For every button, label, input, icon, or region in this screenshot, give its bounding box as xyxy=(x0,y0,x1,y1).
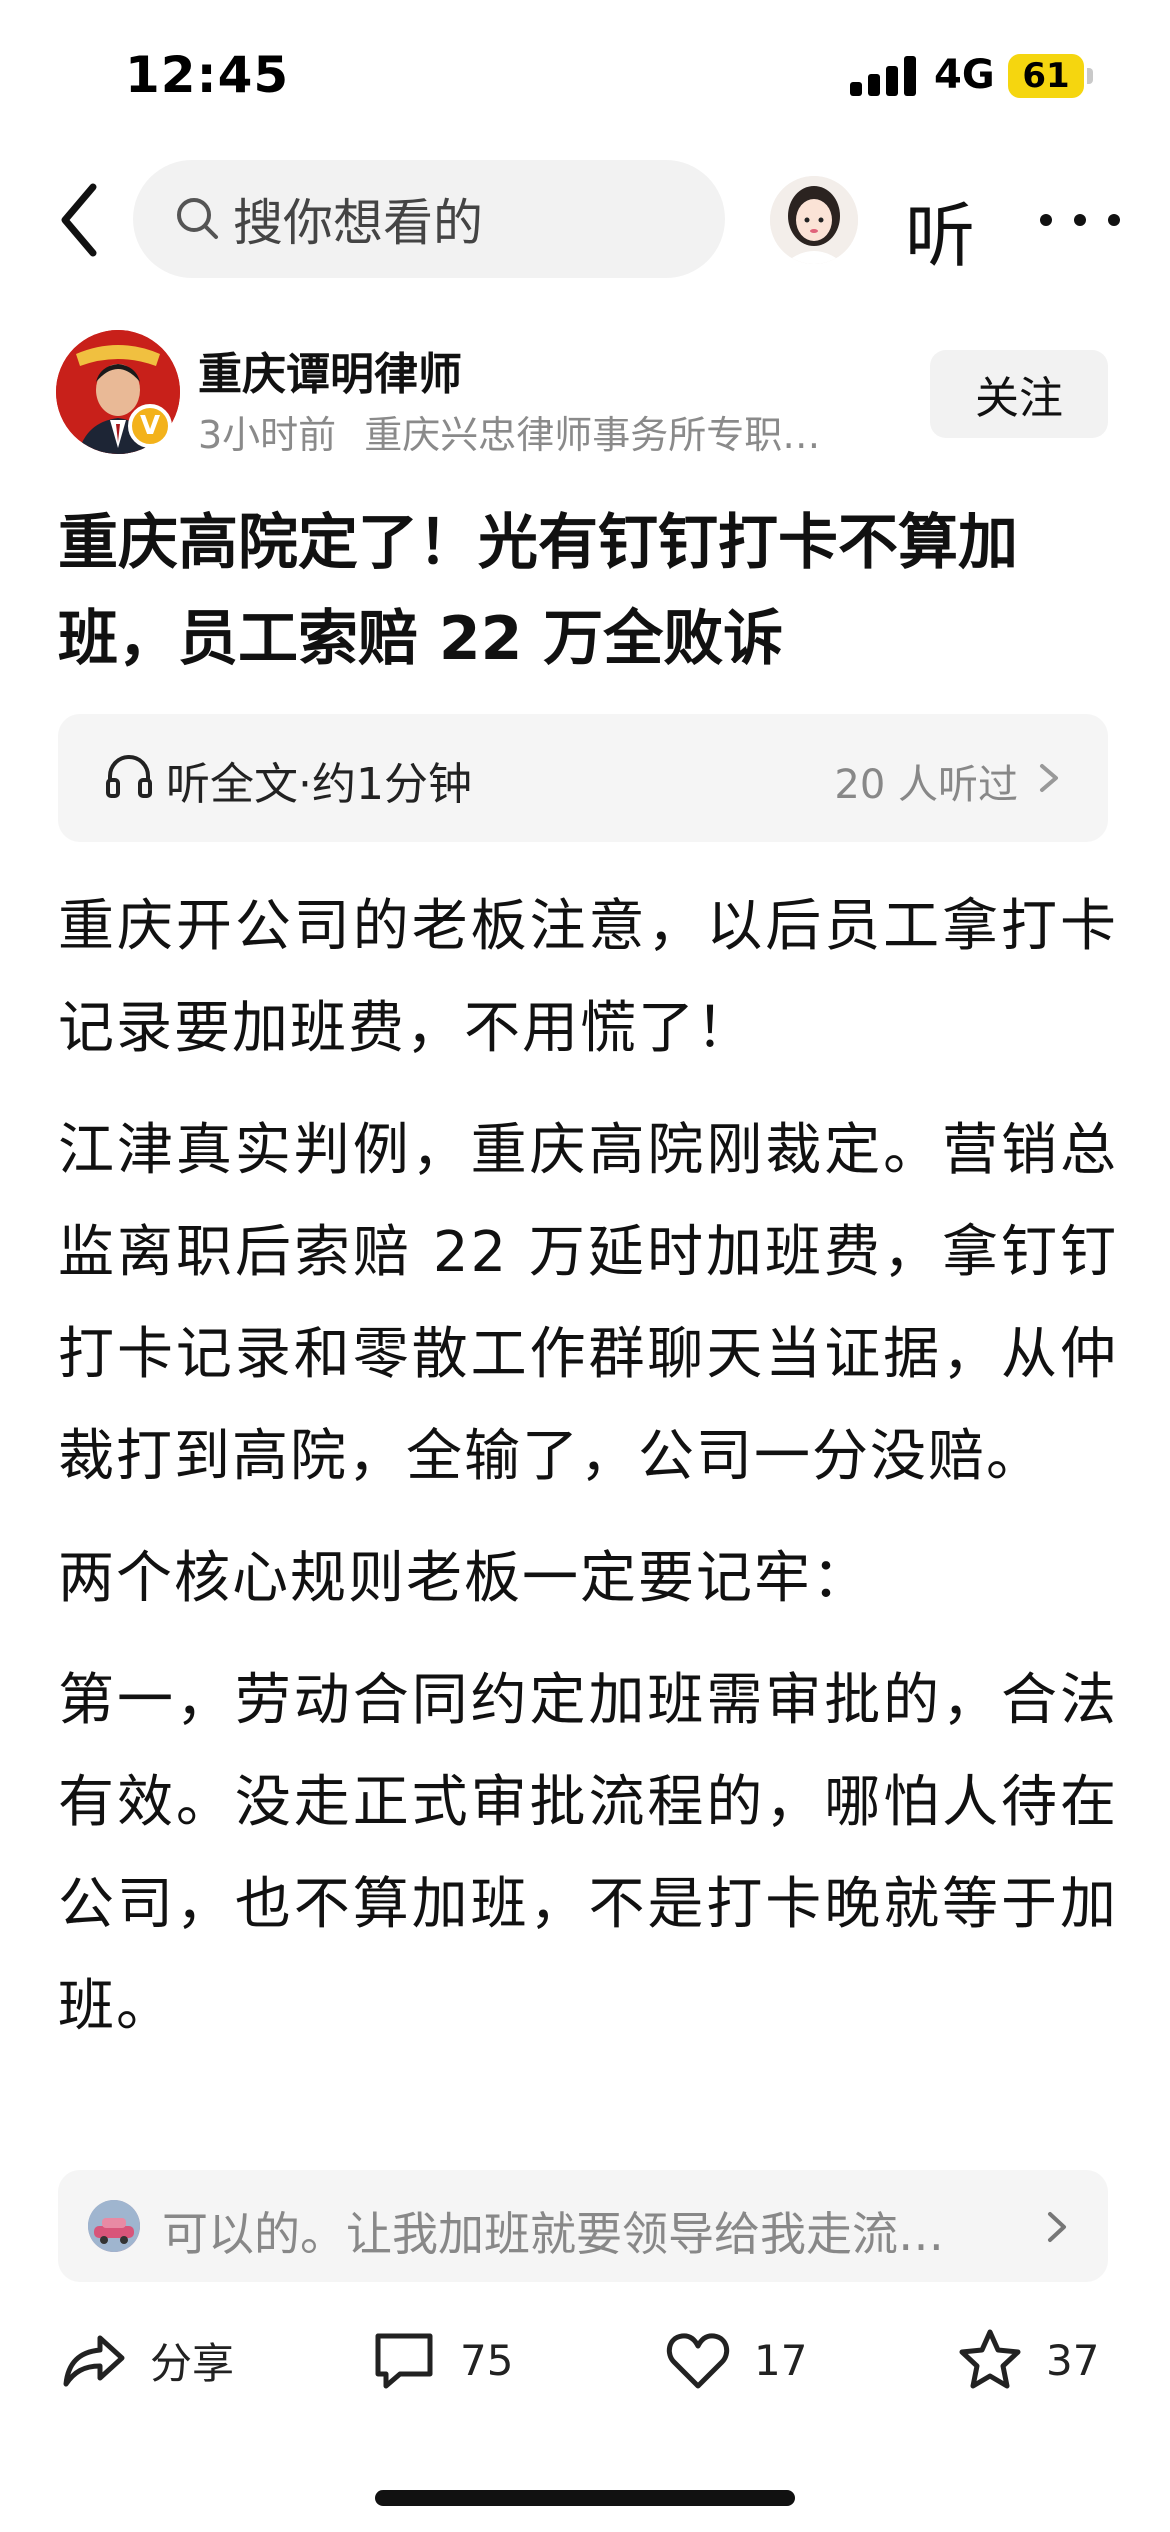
author-meta: 3小时前 重庆兴忠律师事务所专职… xyxy=(198,404,898,459)
comment-preview[interactable]: 可以的。让我加班就要领导给我走流… xyxy=(58,2170,1108,2282)
listen-full-text-bar[interactable]: 听全文·约1分钟 20 人听过 xyxy=(58,714,1108,842)
status-bar: 12:45 4G 61 xyxy=(0,0,1170,150)
search-icon xyxy=(177,198,218,239)
back-arrow-icon xyxy=(61,183,97,257)
girl-avatar-icon xyxy=(770,176,858,264)
action-bar: 分享 75 17 37 xyxy=(0,2300,1170,2420)
signal-icon xyxy=(850,56,920,96)
author-row: V 重庆谭明律师 3小时前 重庆兴忠律师事务所专职… 关注 xyxy=(0,320,1170,460)
commenter-avatar xyxy=(88,2200,140,2252)
battery-level: 61 xyxy=(1022,56,1070,96)
article-body: 重庆开公司的老板注意，以后员工拿打卡记录要加班费，不用慌了！ 江津真实判例，重庆… xyxy=(58,876,1118,2078)
home-indicator[interactable] xyxy=(375,2490,795,2506)
favorite-count: 37 xyxy=(1046,2335,1100,2385)
listen-avatar[interactable] xyxy=(770,176,858,264)
comment-button[interactable]: 75 xyxy=(370,2320,513,2400)
verified-badge-icon: V xyxy=(128,404,172,448)
paragraph: 第一，劳动合同约定加班需审批的，合法有效。没走正式审批流程的，哪怕人待在公司，也… xyxy=(58,1668,1118,2039)
chevron-right-icon xyxy=(1048,2212,1066,2242)
favorite-button[interactable]: 37 xyxy=(956,2320,1099,2400)
post-time: 3小时前 xyxy=(198,413,337,457)
chevron-right-icon xyxy=(1040,764,1058,792)
paragraph: 重庆开公司的老板注意，以后员工拿打卡记录要加班费，不用慌了！ xyxy=(58,894,1118,1061)
battery-icon: 61 xyxy=(1008,54,1093,98)
listen-full-text-label: 听全文·约1分钟 xyxy=(166,759,472,810)
search-input[interactable]: 搜你想看的 xyxy=(133,160,725,278)
listen-count: 20 人听过 xyxy=(834,762,1018,808)
listen-button[interactable]: 听 xyxy=(905,180,975,281)
status-time: 12:45 xyxy=(125,46,290,104)
more-options-icon[interactable] xyxy=(1040,180,1120,260)
comment-count: 75 xyxy=(460,2335,514,2385)
network-type: 4G xyxy=(934,52,995,98)
follow-button[interactable]: 关注 xyxy=(930,350,1108,438)
like-button[interactable]: 17 xyxy=(664,2320,807,2400)
headphone-icon xyxy=(106,755,152,798)
star-icon xyxy=(959,2329,1021,2389)
comment-text: 可以的。让我加班就要领导给我走流… xyxy=(162,2207,944,2261)
heart-icon xyxy=(666,2333,730,2389)
share-label: 分享 xyxy=(150,2338,235,2388)
article-title: 重庆高院定了！光有钉钉打卡不算加班，员工索赔 22 万全败诉 xyxy=(58,508,1018,674)
back-button[interactable] xyxy=(44,178,114,262)
share-icon xyxy=(63,2335,125,2387)
share-button[interactable]: 分享 xyxy=(60,2320,234,2400)
car-avatar-icon xyxy=(88,2200,140,2252)
author-description: 重庆兴忠律师事务所专职… xyxy=(364,413,821,457)
top-nav: 搜你想看的 听 xyxy=(0,160,1170,280)
comment-icon xyxy=(375,2333,433,2389)
author-name[interactable]: 重庆谭明律师 xyxy=(198,338,462,402)
paragraph: 江津真实判例，重庆高院刚裁定。营销总监离职后索赔 22 万延时加班费，拿钉钉打卡… xyxy=(58,1118,1118,1489)
paragraph: 两个核心规则老板一定要记牢： xyxy=(58,1546,870,1611)
like-count: 17 xyxy=(754,2335,808,2385)
search-placeholder: 搜你想看的 xyxy=(233,194,483,252)
